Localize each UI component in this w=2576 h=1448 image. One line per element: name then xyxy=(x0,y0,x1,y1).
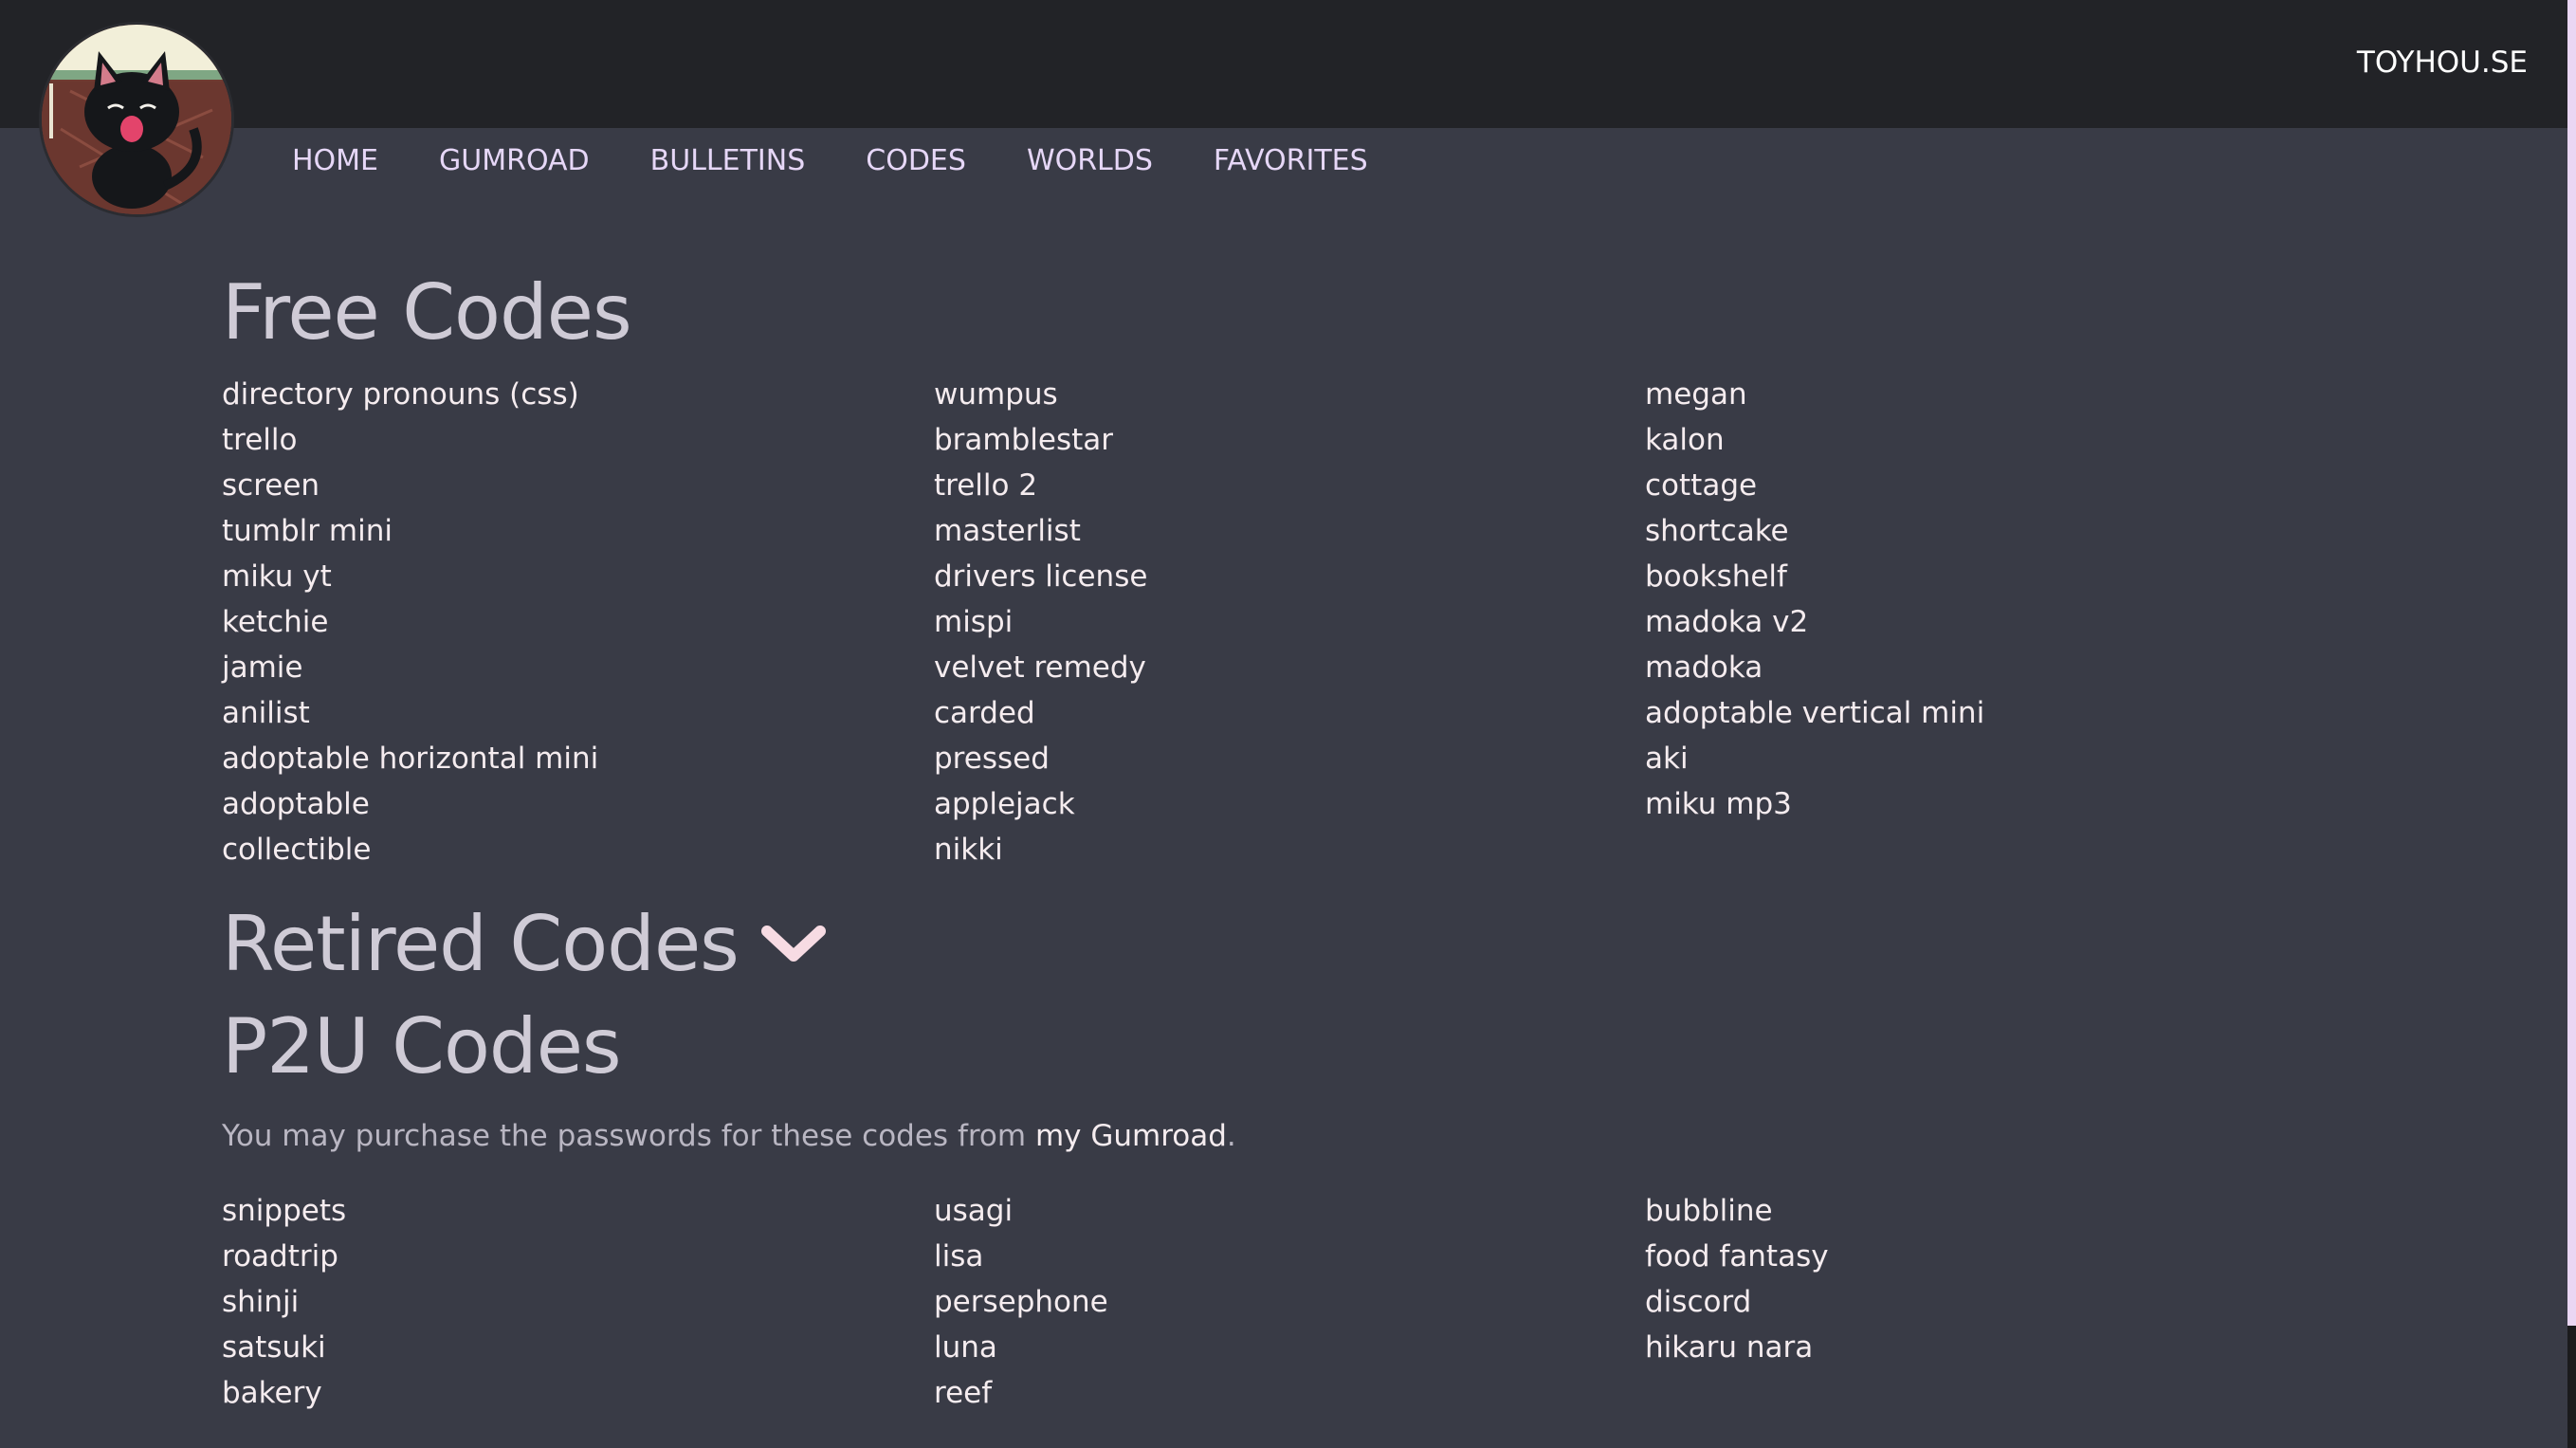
retired-codes-title[interactable]: Retired Codes xyxy=(222,907,740,982)
code-link[interactable]: hikaru nara xyxy=(1645,1325,2309,1370)
code-link[interactable]: bakery xyxy=(222,1370,934,1416)
code-link[interactable]: cottage xyxy=(1645,463,2309,508)
code-link[interactable]: drivers license xyxy=(934,554,1645,599)
nav-home[interactable]: HOME xyxy=(292,144,378,177)
nav-bulletins[interactable]: BULLETINS xyxy=(650,144,806,177)
code-link[interactable]: usagi xyxy=(934,1188,1645,1234)
code-link[interactable]: miku mp3 xyxy=(1645,781,2309,827)
code-link[interactable]: adoptable vertical mini xyxy=(1645,690,2309,736)
code-link[interactable]: directory pronouns (css) xyxy=(222,372,934,417)
code-link[interactable]: kalon xyxy=(1645,417,2309,463)
purchase-note-text: You may purchase the passwords for these… xyxy=(222,1119,1035,1153)
purchase-note: You may purchase the passwords for these… xyxy=(222,1113,2308,1159)
code-link[interactable]: velvet remedy xyxy=(934,645,1645,690)
retired-codes-header[interactable]: Retired Codes xyxy=(222,907,2308,982)
code-link[interactable]: anilist xyxy=(222,690,934,736)
code-link[interactable]: bookshelf xyxy=(1645,554,2309,599)
code-link[interactable]: mispi xyxy=(934,599,1645,645)
free-codes-column-2: wumpus bramblestar trello 2 masterlist d… xyxy=(934,372,1645,872)
black-cat-avatar-icon[interactable] xyxy=(42,25,231,214)
my-gumroad-link[interactable]: my Gumroad xyxy=(1035,1119,1227,1153)
free-codes-column-3: megan kalon cottage shortcake bookshelf … xyxy=(1645,372,2309,872)
code-link[interactable]: lisa xyxy=(934,1234,1645,1279)
p2u-codes-title: P2U Codes xyxy=(222,1002,622,1091)
free-codes-title: Free Codes xyxy=(222,268,632,357)
top-bar: TOYHOU.SE xyxy=(0,0,2567,128)
code-link[interactable]: shortcake xyxy=(1645,508,2309,554)
code-link[interactable]: bubbline xyxy=(1645,1188,2309,1234)
free-codes-column-1: directory pronouns (css) trello screen t… xyxy=(222,372,934,872)
code-link[interactable]: persephone xyxy=(934,1279,1645,1325)
chevron-down-icon[interactable] xyxy=(759,922,828,967)
p2u-codes-grid: snippets roadtrip shinji satsuki bakery … xyxy=(222,1188,2308,1416)
code-link[interactable]: tumblr mini xyxy=(222,508,934,554)
code-link[interactable]: pressed xyxy=(934,736,1645,781)
code-link[interactable]: bramblestar xyxy=(934,417,1645,463)
code-link[interactable]: megan xyxy=(1645,372,2309,417)
nav-favorites[interactable]: FAVORITES xyxy=(1214,144,1368,177)
scrollbar[interactable] xyxy=(2567,0,2576,1448)
code-link[interactable]: carded xyxy=(934,690,1645,736)
p2u-codes-column-2: usagi lisa persephone luna reef xyxy=(934,1188,1645,1416)
code-link[interactable]: shinji xyxy=(222,1279,934,1325)
nav-codes[interactable]: CODES xyxy=(866,144,966,177)
code-link[interactable]: madoka xyxy=(1645,645,2309,690)
purchase-note-period: . xyxy=(1226,1119,1236,1153)
code-link[interactable]: miku yt xyxy=(222,554,934,599)
code-link[interactable]: discord xyxy=(1645,1279,2309,1325)
p2u-codes-column-3: bubbline food fantasy discord hikaru nar… xyxy=(1645,1188,2309,1416)
code-link[interactable]: jamie xyxy=(222,645,934,690)
code-link[interactable]: luna xyxy=(934,1325,1645,1370)
p2u-codes-column-1: snippets roadtrip shinji satsuki bakery xyxy=(222,1188,934,1416)
code-link[interactable]: food fantasy xyxy=(1645,1234,2309,1279)
free-codes-grid: directory pronouns (css) trello screen t… xyxy=(222,372,2308,872)
code-link[interactable]: reef xyxy=(934,1370,1645,1416)
code-link[interactable]: ketchie xyxy=(222,599,934,645)
code-link[interactable]: madoka v2 xyxy=(1645,599,2309,645)
code-link[interactable]: nikki xyxy=(934,827,1645,872)
codes-content: Free Codes directory pronouns (css) trel… xyxy=(222,275,2308,1416)
main-nav: HOME GUMROAD BULLETINS CODES WORLDS FAVO… xyxy=(292,144,1429,177)
code-link[interactable]: masterlist xyxy=(934,508,1645,554)
code-link[interactable]: aki xyxy=(1645,736,2309,781)
scrollbar-thumb[interactable] xyxy=(2567,0,2576,1326)
code-link[interactable]: satsuki xyxy=(222,1325,934,1370)
code-link[interactable]: snippets xyxy=(222,1188,934,1234)
toyhouse-link[interactable]: TOYHOU.SE xyxy=(2357,46,2528,80)
code-link[interactable]: roadtrip xyxy=(222,1234,934,1279)
nav-worlds[interactable]: WORLDS xyxy=(1027,144,1153,177)
code-link[interactable]: adoptable xyxy=(222,781,934,827)
code-link[interactable]: collectible xyxy=(222,827,934,872)
code-link[interactable]: trello xyxy=(222,417,934,463)
code-link[interactable]: adoptable horizontal mini xyxy=(222,736,934,781)
code-link[interactable]: screen xyxy=(222,463,934,508)
nav-gumroad[interactable]: GUMROAD xyxy=(439,144,590,177)
code-link[interactable]: wumpus xyxy=(934,372,1645,417)
code-link[interactable]: trello 2 xyxy=(934,463,1645,508)
code-link[interactable]: applejack xyxy=(934,781,1645,827)
